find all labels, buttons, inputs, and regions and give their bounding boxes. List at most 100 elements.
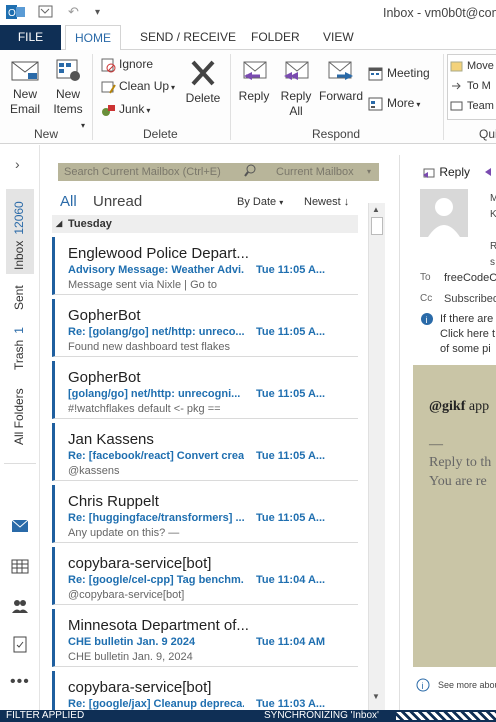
sync-progress-bar (396, 712, 496, 720)
scrollbar-thumb[interactable] (371, 217, 383, 235)
mail-time: Tue 11:05 A... (256, 512, 326, 524)
reply-button[interactable]: Reply (235, 56, 273, 104)
message-body: @gikf app — Reply to th You are re (413, 365, 496, 667)
info-banner[interactable]: If there are Click here t of some pi (440, 312, 495, 357)
reading-reply-button[interactable]: Reply (422, 165, 470, 179)
filter-all[interactable]: All (60, 193, 77, 210)
quick-step-to-manager[interactable]: To M (450, 78, 491, 94)
ignore-button[interactable]: Ignore (100, 56, 153, 73)
sort-by-dropdown[interactable]: By Date ▾ (237, 196, 283, 208)
mail-item[interactable]: Minnesota Department of... CHE bulletin … (52, 609, 358, 667)
mail-item[interactable]: GopherBot Re: [golang/go] net/http: unre… (52, 299, 358, 357)
mail-item[interactable]: copybara-service[bot] Re: [google/jax] C… (52, 671, 358, 710)
group-header-tuesday[interactable]: ◢ Tuesday (52, 215, 358, 233)
search-box[interactable]: Search Current Mailbox (Ctrl+E) Current … (58, 163, 379, 181)
cc-label: Cc (420, 293, 433, 304)
search-scope-chevron-icon[interactable]: ▾ (367, 163, 371, 181)
to-value: freeCodeC (444, 272, 496, 284)
tasks-icon[interactable] (11, 635, 29, 653)
forward-button[interactable]: Forward (318, 56, 364, 104)
mail-list-pane: Search Current Mailbox (Ctrl+E) Current … (42, 155, 385, 710)
group-header-label: Tuesday (68, 218, 112, 230)
group-label-quick-steps: Qui (479, 127, 496, 141)
more-chevron-icon: ▾ (416, 100, 421, 109)
reading-reply-label: Reply (439, 165, 471, 179)
mail-time: Tue 11:05 A... (256, 326, 326, 338)
search-icon[interactable] (244, 163, 256, 183)
trash-count: 1 (12, 327, 26, 334)
sort-order-label: Newest (304, 196, 341, 208)
mail-icon[interactable] (11, 517, 29, 535)
mail-item[interactable]: copybara-service[bot] Re: [google/cel-cp… (52, 547, 358, 605)
more-nav-icon[interactable]: ••• (10, 673, 30, 691)
nav-trash-label: Trash (12, 339, 26, 370)
reply-all-label: Reply All (280, 89, 312, 118)
new-email-button[interactable]: New Email (6, 58, 44, 117)
clean-up-icon (101, 81, 116, 94)
new-items-icon (56, 59, 80, 81)
reading-pane: Reply MKRs To freeCodeC Cc Subscribed i … (399, 155, 496, 710)
body-reply-line: Reply to th (429, 455, 492, 470)
reply-all-button[interactable]: Reply All (277, 56, 315, 119)
nav-trash[interactable]: Trash 1 (12, 327, 26, 370)
sort-by-label: By Date (237, 196, 277, 208)
sort-order-toggle[interactable]: Newest ↓ (304, 196, 349, 208)
ribbon: New Email New Items ▾ New Ignore Clean U… (0, 50, 496, 144)
info-line: Click here t (440, 328, 496, 340)
send-receive-icon[interactable] (38, 4, 54, 23)
tab-folder[interactable]: FOLDER (242, 25, 309, 51)
scroll-up-arrow-icon[interactable]: ▲ (372, 205, 380, 214)
nav-inbox[interactable]: Inbox 12060 (12, 201, 26, 270)
mail-subject: [golang/go] net/http: unrecogni... (68, 388, 241, 400)
move-icon (450, 61, 463, 72)
calendar-icon[interactable] (11, 557, 29, 575)
search-scope-dropdown[interactable]: Current Mailbox (276, 163, 354, 181)
mail-sender: copybara-service[bot] (68, 555, 212, 572)
more-label: More (387, 96, 415, 110)
quick-step-team[interactable]: Team (450, 98, 494, 114)
nav-all-folders[interactable]: All Folders (12, 388, 26, 445)
delete-button[interactable]: Delete (183, 58, 223, 106)
folder-nav: › Inbox 12060 Sent Trash 1 All Folders ••• (0, 145, 40, 710)
tab-send-receive[interactable]: SEND / RECEIVE (131, 25, 245, 51)
sender-avatar (420, 189, 468, 237)
mail-time: Tue 11:05 A... (256, 450, 326, 462)
title-bar: O ↶ ▾ Inbox - vm0b0t@com (0, 0, 496, 25)
quick-access-dropdown-icon[interactable]: ▾ (95, 7, 100, 18)
new-items-chevron-icon: ▾ (81, 121, 86, 130)
mail-item[interactable]: GopherBot [golang/go] net/http: unrecogn… (52, 361, 358, 419)
undo-icon[interactable]: ↶ (68, 4, 79, 20)
expand-chevron-icon[interactable]: › (15, 156, 20, 172)
reply-icon (243, 61, 267, 80)
mail-item[interactable]: Jan Kassens Re: [facebook/react] Convert… (52, 423, 358, 481)
reply-all-small-icon[interactable] (484, 165, 496, 178)
junk-icon (102, 104, 115, 116)
tab-view[interactable]: VIEW (314, 25, 363, 51)
quick-step-move-to[interactable]: Move (450, 58, 494, 74)
mail-preview: #!watchflakes default <- pkg == (68, 403, 221, 415)
filter-unread[interactable]: Unread (93, 193, 142, 210)
body-text: app (465, 399, 490, 414)
tab-home[interactable]: HOME (65, 25, 121, 51)
mail-list-scrollbar[interactable]: ▲ ▼ (368, 203, 385, 710)
delete-label: Delete (185, 91, 221, 105)
people-icon[interactable] (11, 597, 29, 615)
sort-by-chevron-icon: ▾ (279, 198, 284, 207)
mail-item[interactable]: Chris Ruppelt Re: [huggingface/transform… (52, 485, 358, 543)
to-label: To (420, 272, 431, 283)
more-button[interactable]: More ▾ (368, 95, 420, 113)
search-input[interactable]: Search Current Mailbox (Ctrl+E) (64, 163, 221, 181)
tab-file[interactable]: FILE (0, 25, 61, 50)
meeting-button[interactable]: Meeting (368, 65, 430, 82)
scroll-down-arrow-icon[interactable]: ▼ (372, 692, 380, 701)
reply-small-icon (423, 168, 435, 178)
mail-item[interactable]: Englewood Police Depart... Advisory Mess… (52, 237, 358, 295)
clean-up-button[interactable]: Clean Up ▾ (100, 78, 175, 96)
forward-label: Forward (318, 89, 363, 103)
junk-button[interactable]: Junk ▾ (100, 101, 150, 119)
new-items-button[interactable]: New Items ▾ (48, 58, 88, 130)
mention-link[interactable]: @gikf (429, 399, 465, 414)
see-more-link[interactable]: See more abou (438, 680, 496, 690)
nav-sent[interactable]: Sent (12, 285, 26, 310)
mail-subject: Advisory Message: Weather Advi... (68, 264, 244, 276)
